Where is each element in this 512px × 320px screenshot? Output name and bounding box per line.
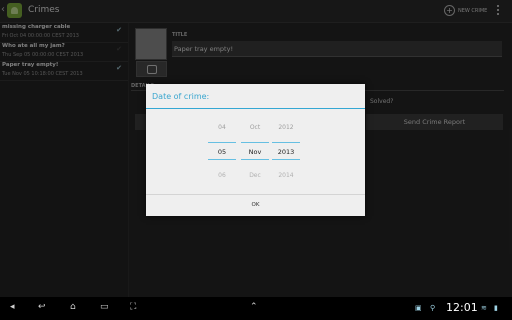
home-icon[interactable]: ⌂ <box>70 302 76 312</box>
clock[interactable]: 12:01 <box>446 301 478 314</box>
dialog-title: Date of crime: <box>152 92 210 101</box>
month-current[interactable]: Nov <box>241 148 269 156</box>
usb-icon: ⚲ <box>430 304 436 312</box>
year-current[interactable]: 2013 <box>272 148 300 156</box>
battery-icon: ▮ <box>494 304 498 312</box>
month-prev[interactable]: Oct <box>241 124 269 131</box>
back-icon[interactable]: ↩ <box>38 302 46 312</box>
date-picker-dialog: Date of crime: 04 05 06 Oct Nov Dec 2012… <box>146 84 365 216</box>
volume-down-icon[interactable]: ◂ <box>10 302 15 312</box>
screenshot-icon[interactable]: ⛶ <box>130 302 136 312</box>
month-next[interactable]: Dec <box>241 172 269 179</box>
ok-button[interactable]: OK <box>146 195 365 216</box>
day-next[interactable]: 06 <box>208 172 236 179</box>
collapse-caret-icon[interactable]: ⌃ <box>250 302 258 312</box>
year-next[interactable]: 2014 <box>272 172 300 179</box>
day-current[interactable]: 05 <box>208 148 236 156</box>
wifi-icon: ≋ <box>481 304 487 312</box>
dialog-title-divider <box>146 108 365 109</box>
recent-apps-icon[interactable]: ▭ <box>100 302 109 312</box>
notification-icon[interactable]: ▣ <box>415 304 422 312</box>
system-bar: ◂ ↩ ⌂ ▭ ⛶ ⌃ ▣ ⚲ 12:01 ≋ ▮ <box>0 297 512 320</box>
day-prev[interactable]: 04 <box>208 124 236 131</box>
year-prev[interactable]: 2012 <box>272 124 300 131</box>
